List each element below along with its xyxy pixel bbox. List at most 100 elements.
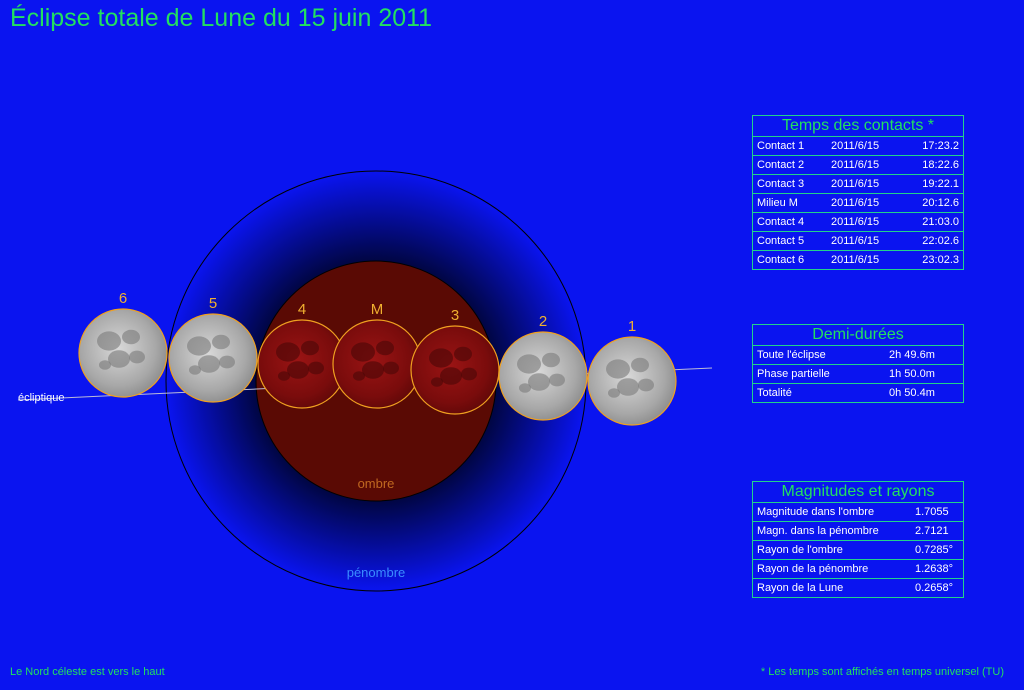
table-row: Totalité 0h 50.4m (753, 384, 963, 402)
moon-mare (219, 355, 235, 369)
moon-label: M (371, 301, 384, 318)
contact-time: 20:12.6 (922, 197, 959, 209)
moon-label: 6 (119, 290, 127, 307)
contact-time: 17:23.2 (922, 140, 959, 152)
magnitude-name: Rayon de la Lune (757, 582, 844, 594)
moon-mare (454, 346, 472, 362)
magnitude-name: Magn. dans la pénombre (757, 525, 879, 537)
contact-time: 22:02.6 (922, 235, 959, 247)
table-row: Rayon de la Lune 0.2658° (753, 579, 963, 597)
contact-date: 2011/6/15 (831, 216, 880, 228)
penumbra-label: pénombre (347, 565, 406, 580)
footer-north-note: Le Nord céleste est vers le haut (10, 666, 165, 678)
moon-mare (429, 348, 453, 368)
magnitude-name: Magnitude dans l'ombre (757, 506, 875, 518)
moon-label: 1 (628, 318, 636, 335)
table-row: Contact 2 2011/6/15 18:22.6 (753, 156, 963, 175)
magnitudes-table: Magnitudes et rayons Magnitude dans l'om… (752, 481, 964, 598)
moon-mare (278, 371, 290, 381)
moon-mare (638, 378, 654, 392)
moon-mare (528, 373, 550, 391)
contact-time: 18:22.6 (922, 159, 959, 171)
moon-mare (212, 334, 230, 350)
moon-mare (617, 378, 639, 396)
contact-date: 2011/6/15 (831, 197, 880, 209)
table-row: Magnitude dans l'ombre 1.7055 (753, 503, 963, 522)
contact-date: 2011/6/15 (831, 178, 880, 190)
contact-name: Contact 5 (757, 235, 805, 247)
table-row: Contact 1 2011/6/15 17:23.2 (753, 137, 963, 156)
moon-mare (376, 340, 394, 356)
contact-time: 19:22.1 (922, 178, 959, 190)
magnitude-name: Rayon de l'ombre (757, 544, 843, 556)
magnitude-value: 1.2638° (915, 563, 954, 575)
magnitude-value: 0.2658° (915, 582, 954, 594)
moon-mare (631, 357, 649, 373)
moon-mare (189, 365, 201, 375)
moon-mare (198, 355, 220, 373)
magnitude-value: 0.7285° (915, 544, 954, 556)
duration-name: Toute l'éclipse (757, 349, 826, 361)
table-row: Contact 3 2011/6/15 19:22.1 (753, 175, 963, 194)
moon-mare (440, 367, 462, 385)
moon-mare (608, 388, 620, 398)
moon-mare (542, 352, 560, 368)
moon-mare (129, 350, 145, 364)
moon-mare (97, 331, 121, 351)
duration-name: Phase partielle (757, 368, 830, 380)
contact-date: 2011/6/15 (831, 254, 880, 266)
moon-mare (362, 361, 384, 379)
magnitude-value: 2.7121 (915, 525, 949, 537)
moon-label: 4 (298, 301, 306, 318)
moon-label: 3 (451, 307, 459, 324)
moon-mare (351, 342, 375, 362)
moon-mare (301, 340, 319, 356)
contact-time: 23:02.3 (922, 254, 959, 266)
moon-mare (606, 359, 630, 379)
moon-label: 5 (209, 295, 217, 312)
table-row: Contact 4 2011/6/15 21:03.0 (753, 213, 963, 232)
contact-time: 21:03.0 (922, 216, 959, 228)
duration-value: 1h 50.0m (889, 368, 935, 380)
durations-table: Demi-durées Toute l'éclipse 2h 49.6m Phas… (752, 324, 964, 403)
moon-mare (353, 371, 365, 381)
contact-name: Contact 1 (757, 140, 805, 152)
contact-date: 2011/6/15 (831, 140, 880, 152)
magnitude-value: 1.7055 (915, 506, 949, 518)
magnitude-name: Rayon de la pénombre (757, 563, 869, 575)
moon-mare (383, 361, 399, 375)
table-row: Phase partielle 1h 50.0m (753, 365, 963, 384)
contact-name: Contact 3 (757, 178, 805, 190)
moon-mare (549, 373, 565, 387)
table-row: Toute l'éclipse 2h 49.6m (753, 346, 963, 365)
contact-name: Contact 6 (757, 254, 805, 266)
contacts-table: Temps des contacts * Contact 1 2011/6/15 1… (752, 115, 964, 270)
table-row: Rayon de l'ombre 0.7285° (753, 541, 963, 560)
duration-name: Totalité (757, 387, 792, 399)
contact-date: 2011/6/15 (831, 159, 880, 171)
table-row: Milieu M 2011/6/15 20:12.6 (753, 194, 963, 213)
moon-1: 1 (587, 318, 677, 426)
moon-mare (276, 342, 300, 362)
moon-mare (122, 329, 140, 345)
moon-mare (431, 377, 443, 387)
moon-mare (517, 354, 541, 374)
moon-label: 2 (539, 313, 547, 330)
moon-mare (108, 350, 130, 368)
magnitudes-title: Magnitudes et rayons (753, 482, 963, 503)
contacts-title: Temps des contacts * (753, 116, 963, 137)
footer-time-note: * Les temps sont affichés en temps unive… (760, 666, 1004, 678)
duration-value: 2h 49.6m (889, 349, 935, 361)
moon-mare (99, 360, 111, 370)
moon-6: 6 (78, 290, 168, 398)
duration-value: 0h 50.4m (889, 387, 935, 399)
table-row: Contact 6 2011/6/15 23:02.3 (753, 251, 963, 269)
contact-name: Contact 2 (757, 159, 805, 171)
contact-date: 2011/6/15 (831, 235, 880, 247)
table-row: Rayon de la pénombre 1.2638° (753, 560, 963, 579)
moon-mare (308, 361, 324, 375)
contact-name: Milieu M (757, 197, 798, 209)
durations-title: Demi-durées (753, 325, 963, 346)
moon-mare (461, 367, 477, 381)
contact-name: Contact 4 (757, 216, 805, 228)
